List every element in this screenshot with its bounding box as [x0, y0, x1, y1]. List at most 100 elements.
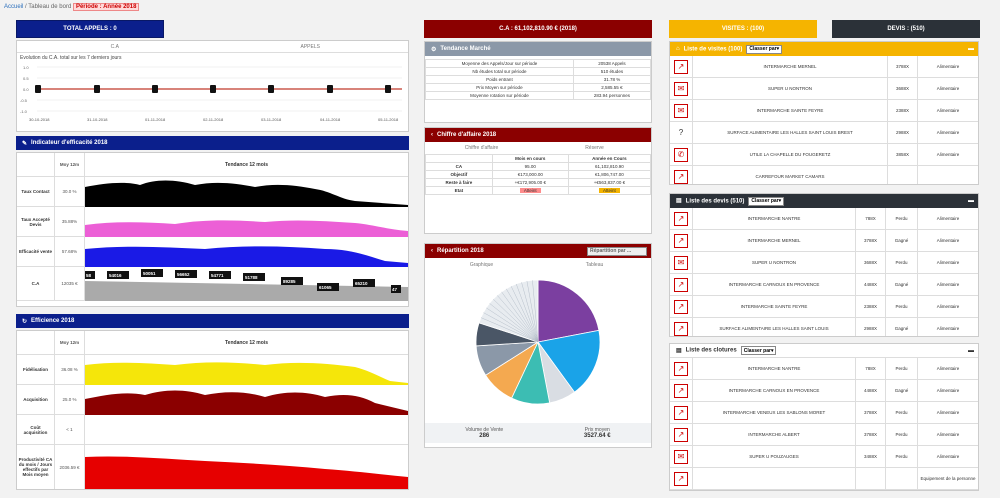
- list-item[interactable]: ↗ INTERMARCHE VENEUX LES SABLONS MORET 378…: [670, 402, 978, 424]
- list-item[interactable]: ↗ INTERMARCHE MERNEL 3788X Gagné Alimentaire: [670, 230, 978, 252]
- breadcrumb-home-link[interactable]: Accueil: [4, 4, 23, 10]
- tab-chiffre-affaire[interactable]: Chiffre d'affaire: [425, 145, 538, 151]
- table-row: Mois en cours Année en Cours: [425, 154, 652, 163]
- item-name: UTILE LA CHAPELLE DU FOUGERETZ: [692, 144, 888, 165]
- list-item[interactable]: ✉ SUPER U POUZAUGES 3488X Perdu Alimentaire: [670, 446, 978, 468]
- metric-value: 36.08 %: [55, 355, 85, 384]
- item-code: [856, 468, 886, 489]
- status-icon: ✉: [674, 81, 688, 96]
- item-code: 3788X: [856, 402, 886, 423]
- list-item[interactable]: ↗ INTERMARCHE NANTRE 788X Perdu Alimentaire: [670, 358, 978, 380]
- list-item[interactable]: ↗ SURFACE ALIMENTAIRE LES HALLES SAINT LO…: [670, 318, 978, 336]
- item-category: [918, 166, 978, 184]
- metric-row: Taux Contact 30.0 %: [17, 177, 408, 207]
- trend-chart: [85, 456, 408, 489]
- list-item[interactable]: ✉ SUPER U NONTRON 3688X Alimentaire: [670, 78, 978, 100]
- table-cell: €173,000.00: [491, 170, 569, 179]
- list-item[interactable]: ✉ SUPER U NONTRON 3688X Perdu Alimentaire: [670, 252, 978, 274]
- metric-value: 30.0 %: [55, 177, 85, 206]
- metric-value: 2036.59 €: [55, 445, 85, 489]
- col-tendance: Tendance 12 mois: [225, 339, 268, 346]
- trend-chart: [85, 220, 408, 237]
- status-icon: ✆: [674, 147, 688, 162]
- date-label: 04-11-2018: [320, 117, 341, 122]
- data-point: [94, 85, 100, 93]
- clotures-panel: ▤ Liste des clotures Classer par ▾ ▬ ↗ INTE…: [669, 343, 979, 491]
- item-code: 788X: [856, 358, 886, 379]
- item-code: 3788X: [888, 56, 918, 77]
- item-status: Gagné: [886, 318, 918, 336]
- repartition-pie-chart: [475, 279, 601, 405]
- tab-tableau[interactable]: Tableau: [538, 262, 651, 268]
- tab-ca[interactable]: C.A: [17, 44, 213, 50]
- metric-row: Productivité CA du mois / Jours effectif…: [17, 445, 408, 489]
- metric-row: Taux Accepté Devis 35.88%: [17, 207, 408, 237]
- ca-label: 65210: [355, 281, 368, 286]
- repartition-select[interactable]: Répartition par ...: [587, 246, 647, 256]
- date-label: 31-10-2018: [87, 117, 108, 122]
- clotures-title: Liste des clotures: [685, 347, 737, 354]
- list-item[interactable]: ↗ INTERMARCHE CARNOUX EN PROVENCE 4488X Gag…: [670, 274, 978, 296]
- item-code: 2988X: [888, 122, 918, 143]
- devis-sort-select[interactable]: Classer par ▾: [748, 196, 785, 206]
- period-badge[interactable]: Période : Année 2018: [72, 3, 140, 11]
- list-item[interactable]: ? SURFACE ALIMENTAIRE LES HALLES SAINT LO…: [670, 122, 978, 144]
- status-icon: ↗: [674, 321, 688, 336]
- tab-graphique[interactable]: Graphique: [425, 262, 538, 268]
- item-code: 2388X: [856, 296, 886, 317]
- ca-label: 50051: [143, 271, 156, 276]
- item-category: Alimentaire: [936, 432, 960, 437]
- devis-tab[interactable]: DEVIS : (510): [832, 20, 980, 38]
- tab-appels[interactable]: APPELS: [213, 44, 409, 50]
- item-category: Alimentaire: [936, 152, 960, 157]
- total-appels-tab[interactable]: TOTAL APPELS : 0: [16, 20, 164, 38]
- evolution-title: Evolution du C.A. total sur les 7 dernie…: [20, 55, 122, 61]
- table-cell: Poids entrant: [425, 75, 574, 84]
- visites-title: Liste de visites (100): [683, 46, 743, 52]
- metric-label: Taux Accepté Devis: [17, 207, 55, 236]
- tab-reserve[interactable]: Réserve: [538, 145, 651, 151]
- list-item[interactable]: ✆ UTILE LA CHAPELLE DU FOUGERETZ 3858X Alim…: [670, 144, 978, 166]
- total-appels-label: TOTAL APPELS : 0: [63, 26, 117, 32]
- item-code: 3688X: [856, 252, 886, 273]
- visites-tab[interactable]: VISITES : (100): [669, 20, 817, 38]
- list-item[interactable]: ↗ INTERMARCHE SAINTE FEYRE 2388X Perdu Alime…: [670, 296, 978, 318]
- ca-table: Mois en cours Année en Cours CA 95.00 61,10…: [425, 154, 652, 195]
- metric-label: Acquisition: [17, 385, 55, 414]
- metric-value: 12035 €: [55, 267, 85, 300]
- item-category: Alimentaire: [936, 238, 960, 243]
- clotures-sort-select[interactable]: Classer par ▾: [740, 346, 777, 355]
- ca-tab[interactable]: C.A : 61,102,810.90 € (2018): [424, 20, 652, 38]
- trend-chart: [85, 390, 408, 415]
- repartition-title: Répartition 2018: [437, 248, 484, 254]
- item-name: INTERMARCHE VENEUX LES SABLONS MORET: [692, 402, 856, 423]
- item-status: Perdu: [886, 446, 918, 467]
- list-item[interactable]: ↗ INTERMARCHE NANTRE 788X Perdu Alimentaire: [670, 208, 978, 230]
- ytick: 1.0: [23, 65, 29, 70]
- visites-sort-select[interactable]: Classer par ▾: [746, 44, 783, 54]
- collapse-icon[interactable]: ▬: [968, 198, 974, 204]
- list-item[interactable]: ↗ INTERMARCHE CARNOUX EN PROVENCE 4488X Gag…: [670, 380, 978, 402]
- collapse-icon[interactable]: ▬: [968, 46, 974, 52]
- data-point: [210, 85, 216, 93]
- list-item[interactable]: ↗ Equipement de la personne: [670, 468, 978, 490]
- table-row: CA 95.00 61,102,810.90: [425, 162, 652, 171]
- item-name: INTERMARCHE ALBERT: [692, 424, 856, 445]
- chiffre-affaire-title: Chiffre d'affaire 2018: [437, 132, 497, 138]
- list-item[interactable]: ↗ INTERMARCHE MERNEL 3788X Alimentaire: [670, 56, 978, 78]
- list-item[interactable]: ↗ INTERMARCHE ALBERT 3788X Perdu Alimentaire: [670, 424, 978, 446]
- status-icon: ↗: [674, 405, 688, 420]
- visites-list: ↗ INTERMARCHE MERNEL 3788X Alimentaire ✉ SUP…: [670, 56, 978, 184]
- refresh-icon: ↻: [22, 318, 28, 325]
- list-item[interactable]: ✉ INTERMARCHE SAINTE FEYRE 2388X Alimentair…: [670, 100, 978, 122]
- item-category: Alimentaire: [936, 326, 960, 331]
- item-category: Alimentaire: [936, 454, 960, 459]
- item-name: INTERMARCHE MERNEL: [692, 56, 888, 77]
- devis-tab-label: DEVIS : (510): [887, 26, 925, 32]
- list-item[interactable]: ↗ CARREFOUR MARKET CAMARS: [670, 166, 978, 184]
- metric-row: Acquisition 25.0 %: [17, 385, 408, 415]
- collapse-icon[interactable]: ▬: [968, 348, 974, 354]
- status-icon: ↗: [674, 211, 688, 226]
- item-name: INTERMARCHE CARNOUX EN PROVENCE: [692, 380, 856, 401]
- sort-label: Classer par: [743, 347, 771, 354]
